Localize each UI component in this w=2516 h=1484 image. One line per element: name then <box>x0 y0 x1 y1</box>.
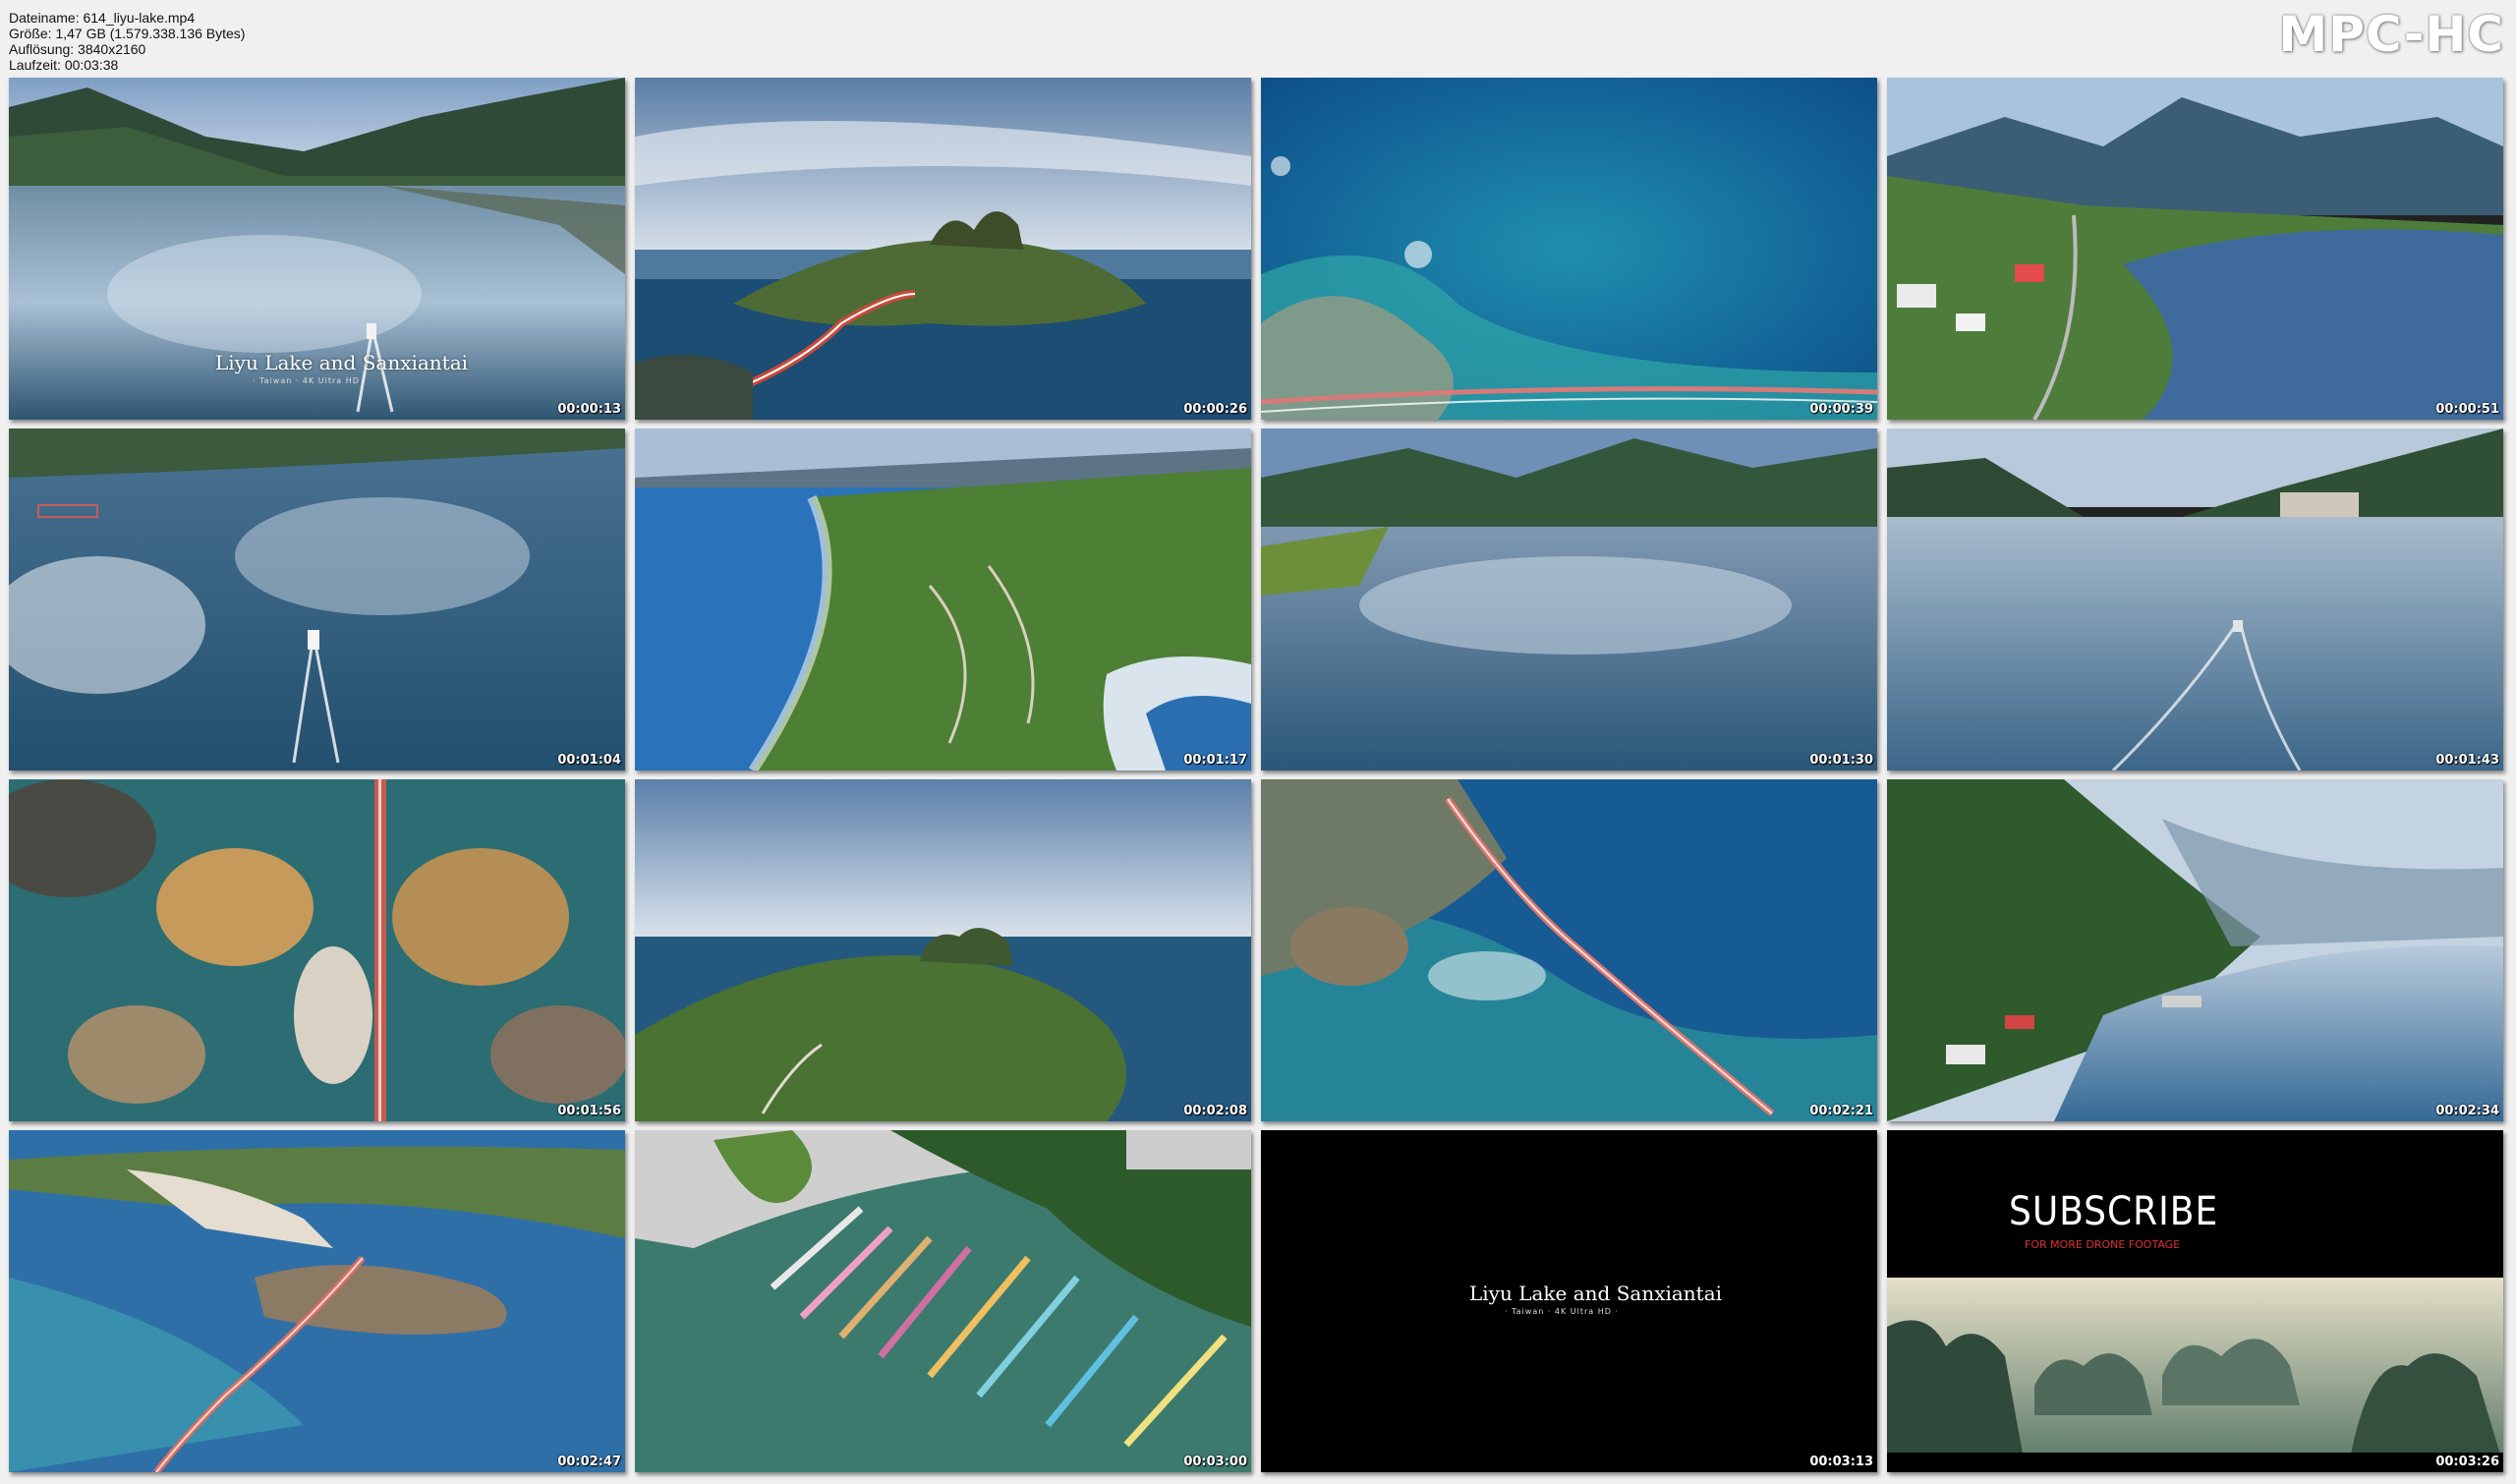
thumbnail[interactable]: 00:01:30 <box>1261 428 1877 771</box>
thumbnail[interactable]: 00:02:21 <box>1261 779 1877 1121</box>
thumbnail-timestamp: 00:01:56 <box>557 1104 621 1118</box>
thumbnail-timestamp: 00:00:51 <box>2435 402 2499 417</box>
thumbnail[interactable]: 00:01:04 <box>9 428 625 771</box>
thumbnail-timestamp: 00:00:13 <box>557 402 621 417</box>
thumbnail[interactable]: Liyu Lake and Sanxiantai · Taiwan · 4K U… <box>9 78 625 420</box>
scene-image <box>1887 1278 2503 1472</box>
video-subtitle-overlay: · Taiwan · 4K Ultra HD · <box>1505 1307 1620 1316</box>
thumbnail-timestamp: 00:02:08 <box>1183 1104 1247 1118</box>
thumbnail-grid: Liyu Lake and Sanxiantai · Taiwan · 4K U… <box>9 78 2503 1472</box>
thumbnail-timestamp: 00:01:04 <box>557 753 621 768</box>
video-title-overlay: Liyu Lake and Sanxiantai <box>1469 1282 1723 1305</box>
scene-image <box>1261 78 1877 420</box>
thumbnail-timestamp: 00:01:43 <box>2435 753 2499 768</box>
scene-image <box>9 1130 625 1472</box>
thumbnail[interactable]: 00:01:17 <box>635 428 1251 771</box>
thumbnail-timestamp: 00:02:21 <box>1809 1104 1873 1118</box>
scene-image <box>635 779 1251 1121</box>
scene-image <box>1887 78 2503 420</box>
scene-image <box>1261 779 1877 1121</box>
filename-line: Dateiname: 614_liyu-lake.mp4 <box>9 10 196 26</box>
thumbnail[interactable]: 00:00:26 <box>635 78 1251 420</box>
thumbnail-timestamp: 00:02:47 <box>557 1455 621 1469</box>
thumbnail[interactable]: 00:02:08 <box>635 779 1251 1121</box>
scene-image <box>635 78 1251 420</box>
scene-image <box>1887 779 2503 1121</box>
thumbnail[interactable]: SUBSCRIBE FOR MORE DRONE FOOTAGE 00:03:2… <box>1887 1130 2503 1472</box>
resolution-line: Auflösung: 3840x2160 <box>9 41 146 57</box>
thumbnail[interactable]: 00:00:39 <box>1261 78 1877 420</box>
thumbnail[interactable]: 00:02:47 <box>9 1130 625 1472</box>
scene-image <box>1261 428 1877 771</box>
thumbnail[interactable]: 00:00:51 <box>1887 78 2503 420</box>
thumbnail-timestamp: 00:01:30 <box>1809 753 1873 768</box>
thumbnail[interactable]: 00:01:43 <box>1887 428 2503 771</box>
scene-image <box>635 1130 1251 1472</box>
video-subtitle-overlay: · Taiwan · 4K Ultra HD · <box>253 376 368 385</box>
info-header: Dateiname: 614_liyu-lake.mp4 Größe: 1,47… <box>0 0 2516 77</box>
scene-image <box>9 428 625 771</box>
mpc-hc-logo: MPC-HC <box>2278 6 2504 63</box>
thumbnail-timestamp: 00:00:39 <box>1809 402 1873 417</box>
scene-image <box>9 779 625 1121</box>
scene-image <box>635 428 1251 771</box>
thumbnail-timestamp: 00:03:00 <box>1183 1455 1247 1469</box>
thumbnail-timestamp: 00:03:26 <box>2435 1455 2499 1469</box>
scene-image <box>1887 428 2503 771</box>
thumbnail[interactable]: 00:03:00 <box>635 1130 1251 1472</box>
video-title-overlay: Liyu Lake and Sanxiantai <box>215 351 469 374</box>
thumbnail-timestamp: 00:01:17 <box>1183 753 1247 768</box>
thumbnail[interactable]: 00:01:56 <box>9 779 625 1121</box>
thumbnail[interactable]: Liyu Lake and Sanxiantai · Taiwan · 4K U… <box>1261 1130 1877 1472</box>
subscribe-subtitle: FOR MORE DRONE FOOTAGE <box>2025 1238 2181 1251</box>
duration-line: Laufzeit: 00:03:38 <box>9 57 119 73</box>
subscribe-heading: SUBSCRIBE <box>2009 1189 2219 1234</box>
thumbnail-timestamp: 00:03:13 <box>1809 1455 1873 1469</box>
size-line: Größe: 1,47 GB (1.579.338.136 Bytes) <box>9 26 246 41</box>
file-info: Dateiname: 614_liyu-lake.mp4 Größe: 1,47… <box>9 10 245 73</box>
thumbnail-timestamp: 00:00:26 <box>1183 402 1247 417</box>
thumbnail[interactable]: 00:02:34 <box>1887 779 2503 1121</box>
thumbnail-timestamp: 00:02:34 <box>2435 1104 2499 1118</box>
